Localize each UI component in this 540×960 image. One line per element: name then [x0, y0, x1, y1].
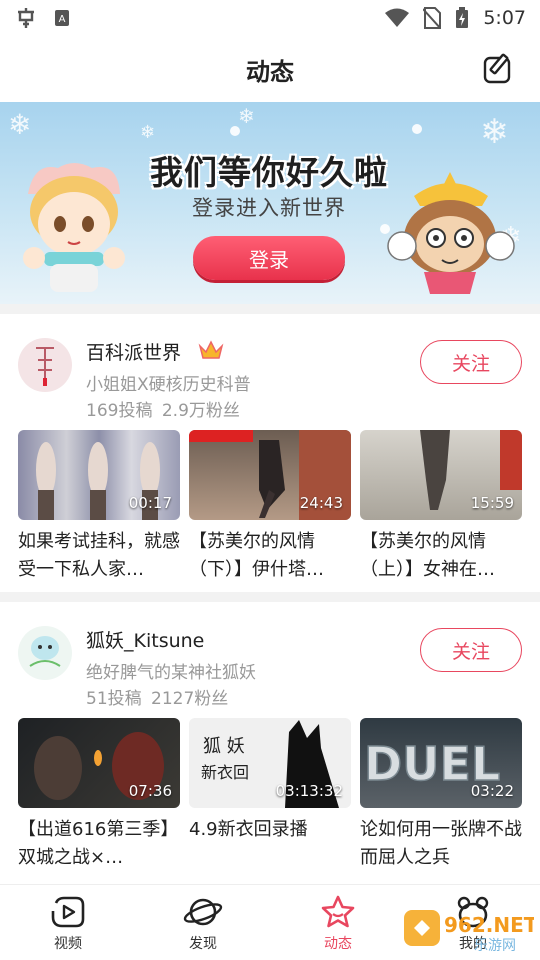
section-divider [0, 304, 540, 314]
video-title[interactable]: 【出道616第三季】双城之战×… [18, 816, 180, 872]
status-bar: A 5:07 [0, 0, 540, 36]
watermark-subtext: 乐游网 [474, 938, 516, 954]
banner-headline: 我们等你好久啦 [150, 153, 388, 192]
section-divider [0, 592, 540, 602]
video-duration: 00:17 [128, 494, 172, 512]
video-title[interactable]: 【苏美尔的风情（上）】女神在… [360, 528, 522, 584]
keyboard-notification-icon: A [54, 9, 70, 27]
wifi-icon [385, 8, 410, 28]
nav-label: 视频 [54, 936, 82, 952]
snowflake-icon: ❄ [140, 122, 156, 143]
watermark-text: 962.NET [444, 913, 534, 937]
follow-button[interactable]: 关注 [420, 628, 522, 672]
uploader-description: 小姐姐X硬核历史科普 [86, 375, 251, 395]
snow-dot [412, 124, 422, 134]
banner-subtitle: 登录进入新世界 [192, 196, 346, 220]
video-title[interactable]: 如果考试挂科，就感受一下私人家… [18, 528, 180, 584]
app-notification-icon [14, 6, 40, 30]
snowflake-icon: ❄ [238, 104, 255, 128]
video-title[interactable]: 【苏美尔的风情（下）】伊什塔… [189, 528, 351, 584]
mascot-right-illustration [387, 172, 515, 294]
video-thumbnail[interactable]: 24:43 [189, 430, 351, 520]
video-duration: 07:36 [128, 782, 172, 800]
video-duration: 24:43 [299, 494, 343, 512]
vip-badge-icon [198, 340, 224, 359]
video-duration: 15:59 [470, 494, 514, 512]
star-icon [321, 895, 355, 928]
login-button[interactable]: 登录 [193, 236, 345, 280]
uploader-name[interactable]: 狐妖_Kitsune [86, 626, 204, 653]
snowflake-icon: ❄ [8, 108, 32, 141]
uploader-stats: 51投稿 2127粉丝 [86, 689, 229, 709]
battery-charging-icon [455, 7, 469, 29]
video-icon [51, 896, 85, 928]
video-title[interactable]: 4.9新衣回录播 [189, 816, 351, 872]
mascot-left-illustration [23, 163, 125, 292]
svg-text:狐 妖: 狐 妖 [203, 736, 245, 757]
uploader-description: 绝好脾气的某神社狐妖 [86, 663, 256, 683]
page-header: 动态 [0, 36, 540, 102]
planet-icon [183, 898, 223, 926]
nav-label: 发现 [189, 936, 217, 952]
nav-item-video[interactable]: 视频 [23, 895, 113, 953]
nav-item-discover[interactable]: 发现 [158, 895, 248, 953]
snowflake-icon: ❄ [480, 112, 509, 152]
nav-label: 动态 [324, 936, 352, 952]
video-title[interactable]: 论如何用一张牌不战而屈人之兵 [360, 816, 522, 872]
uploader-stats: 169投稿 2.9万粉丝 [86, 401, 240, 421]
avatar[interactable] [18, 626, 72, 680]
uploader-card: 狐妖_Kitsune 绝好脾气的某神社狐妖 51投稿 2127粉丝 关注 07:… [0, 602, 540, 880]
site-watermark: 962.NET 乐游网 [404, 910, 534, 954]
video-duration: 03:13:32 [275, 782, 343, 800]
no-sim-icon [423, 7, 442, 29]
login-banner: ❄ ❄ ❄ ❄ ❄ ❄ 我们等你好久啦 登录进入新世界 登录 [0, 102, 540, 304]
snow-dot [230, 126, 240, 136]
video-thumbnail[interactable]: DUEL 03:22 [360, 718, 522, 808]
nav-item-feed[interactable]: 动态 [293, 895, 383, 953]
avatar[interactable] [18, 338, 72, 392]
video-duration: 03:22 [470, 782, 514, 800]
video-thumbnail[interactable]: 狐 妖新衣回 03:13:32 [189, 718, 351, 808]
video-thumbnail[interactable]: 00:17 [18, 430, 180, 520]
status-time: 5:07 [483, 7, 526, 29]
uploader-card: 百科派世界 小姐姐X硬核历史科普 169投稿 2.9万粉丝 关注 00:17 2… [0, 314, 540, 592]
svg-text:新衣回: 新衣回 [201, 763, 249, 782]
page-title: 动态 [246, 57, 294, 86]
follow-button[interactable]: 关注 [420, 340, 522, 384]
uploader-name[interactable]: 百科派世界 [86, 338, 181, 365]
svg-text:A: A [59, 14, 66, 25]
video-thumbnail[interactable]: 15:59 [360, 430, 522, 520]
edit-icon[interactable] [482, 53, 514, 85]
video-thumbnail[interactable]: 07:36 [18, 718, 180, 808]
